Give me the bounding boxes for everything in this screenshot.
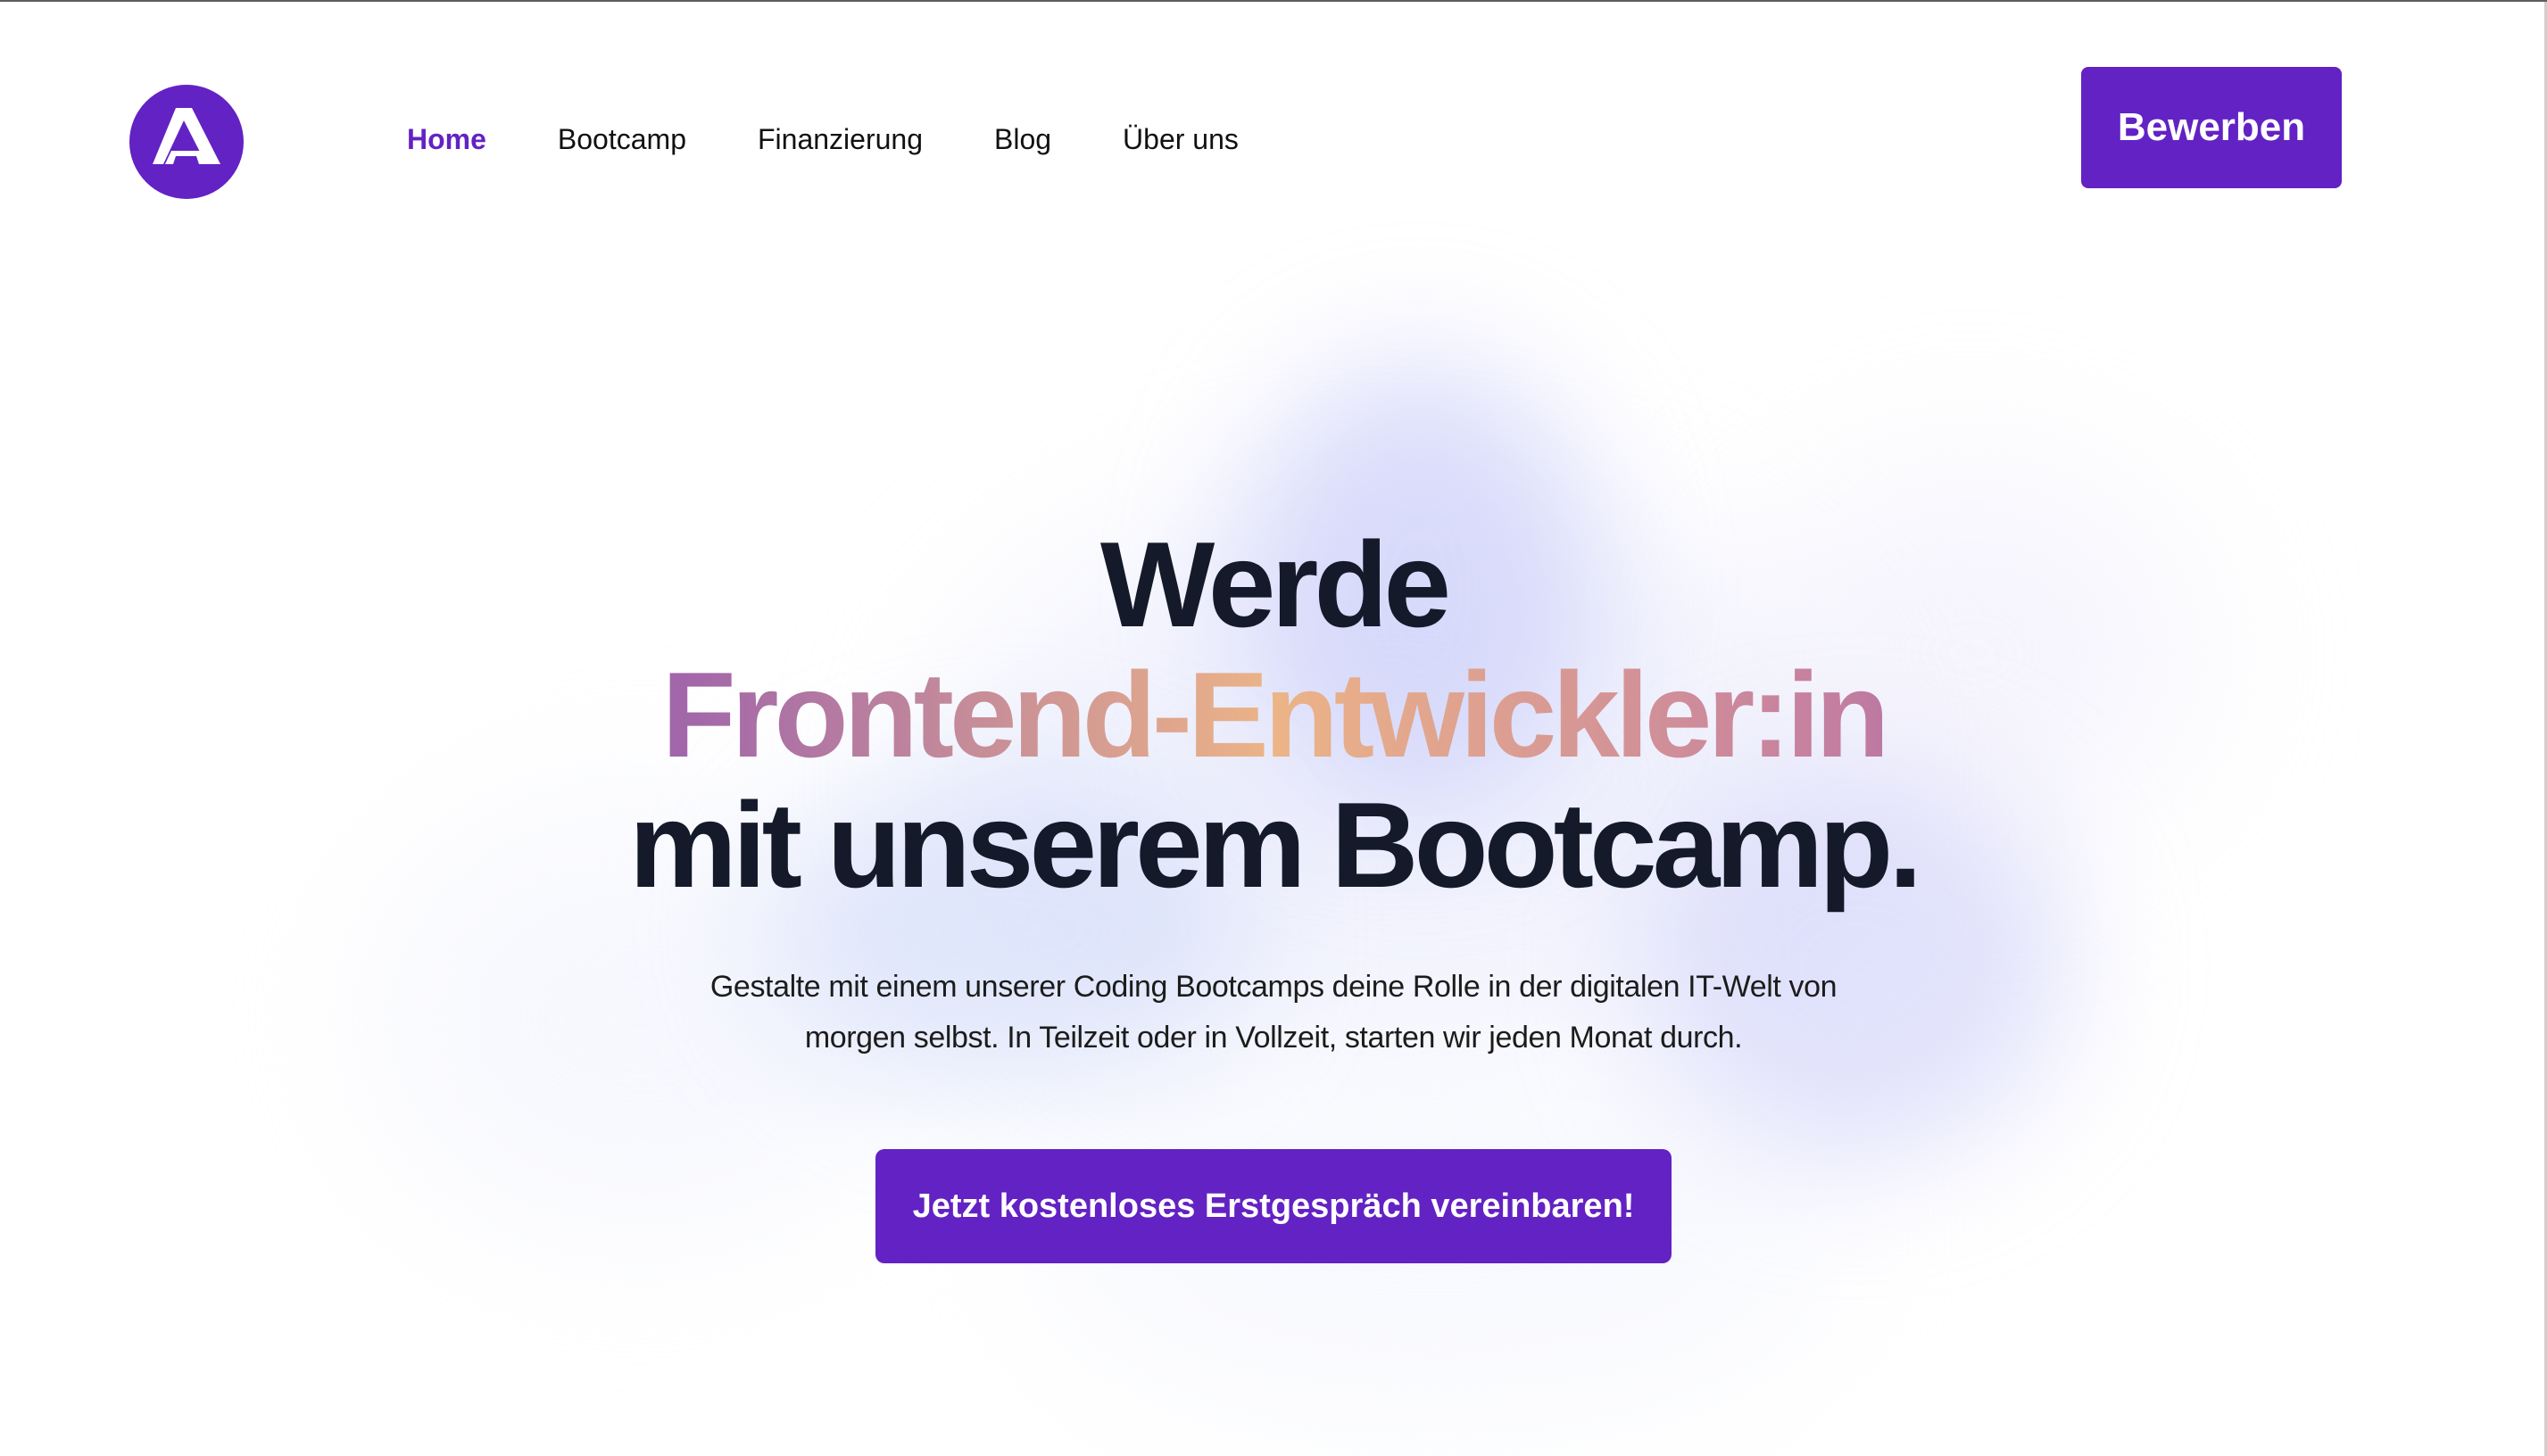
nav-item-blog[interactable]: Blog xyxy=(994,123,1051,156)
consultation-cta-button[interactable]: Jetzt kostenloses Erstgespräch vereinbar… xyxy=(875,1149,1672,1263)
hero-title-line-1: Werde xyxy=(1099,517,1451,652)
apply-button[interactable]: Bewerben xyxy=(2081,67,2342,188)
hero-title-highlight: Frontend-Entwickler:in xyxy=(0,649,2547,780)
nav-item-finanzierung[interactable]: Finanzierung xyxy=(758,123,923,156)
landing-page: Home Bootcamp Finanzierung Blog Über uns… xyxy=(0,0,2547,1456)
main-nav: Home Bootcamp Finanzierung Blog Über uns xyxy=(407,123,1310,156)
site-header: Home Bootcamp Finanzierung Blog Über uns… xyxy=(0,2,2547,216)
hero-subtitle: Gestalte mit einem unserer Coding Bootca… xyxy=(709,970,1838,1055)
nav-item-ueber-uns[interactable]: Über uns xyxy=(1123,123,1239,156)
hero-title-line-3: mit unserem Bootcamp. xyxy=(628,777,1922,913)
nav-item-bootcamp[interactable]: Bootcamp xyxy=(558,123,686,156)
peak-a-logo-icon xyxy=(153,108,220,164)
logo-link[interactable] xyxy=(129,85,244,199)
hero-section: Werde Frontend-Entwickler:in mit unserem… xyxy=(0,519,2547,1263)
hero-title: Werde Frontend-Entwickler:in mit unserem… xyxy=(0,519,2547,910)
nav-item-home[interactable]: Home xyxy=(407,123,486,156)
